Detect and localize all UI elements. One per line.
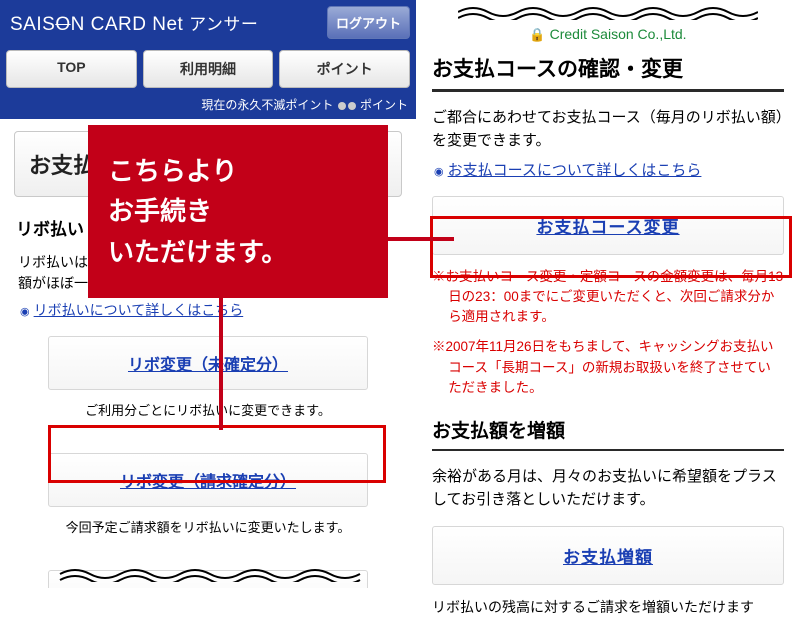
increase-paragraph: 余裕がある月は、月々のお支払いに希望額をプラスしてお引き落としいただけます。 bbox=[432, 465, 784, 512]
change-confirmed-link[interactable]: リボ変更（請求確定分） bbox=[120, 474, 296, 491]
increase-caption: リボ払いの残高に対するご請求を増額いただけます bbox=[432, 597, 784, 618]
tab-top[interactable]: TOP bbox=[6, 50, 137, 88]
increase-payment-link[interactable]: お支払増額 bbox=[563, 548, 653, 567]
increase-payment-box[interactable]: お支払増額 bbox=[432, 526, 784, 585]
annotation-connector-icon bbox=[384, 237, 454, 241]
wave-decoration-icon bbox=[458, 4, 758, 20]
annotation-connector-icon bbox=[219, 287, 223, 430]
change-course-link[interactable]: お支払コース変更 bbox=[536, 218, 679, 237]
brand-logo: SAISON CARD Net アンサー bbox=[10, 10, 258, 36]
change-unconfirmed-link[interactable]: リボ変更（未確定分） bbox=[128, 357, 288, 374]
course-detail-row: ◉ お支払コースについて詳しくはこちら bbox=[434, 159, 784, 180]
course-detail-link[interactable]: お支払コースについて詳しくはこちら bbox=[448, 162, 702, 179]
lock-icon: 🔒 bbox=[529, 27, 545, 42]
tab-point[interactable]: ポイント bbox=[279, 50, 410, 88]
points-bar: 現在の永久不滅ポイント ポイント bbox=[0, 94, 416, 119]
dot-icon bbox=[348, 102, 356, 110]
bullet-icon: ◉ bbox=[20, 305, 30, 318]
tab-usage[interactable]: 利用明細 bbox=[143, 50, 274, 88]
secure-indicator: 🔒Credit Saison Co.,Ltd. bbox=[416, 26, 800, 43]
note-discontinued: ※2007年11月26日をもちまして、キャッシングお支払いコース「長期コース」の… bbox=[432, 337, 784, 398]
detail-link-row: ◉ リボ払いについて詳しくはこちら bbox=[20, 300, 396, 320]
note-deadline: ※お支払いコース変更・定額コースの金額変更は、毎月13日の23：00までにご変更… bbox=[432, 267, 784, 328]
section-title-increase: お支払額を増額 bbox=[432, 416, 784, 451]
change-course-box[interactable]: お支払コース変更 bbox=[432, 196, 784, 255]
bullet-icon: ◉ bbox=[434, 165, 444, 178]
change-unconfirmed-box[interactable]: リボ変更（未確定分） bbox=[48, 336, 368, 390]
right-device-screen: 🔒Credit Saison Co.,Ltd. お支払コースの確認・変更 ご都合… bbox=[416, 0, 800, 588]
page-title: お支払コースの確認・変更 bbox=[432, 53, 784, 92]
caption-unconfirmed: ご利用分ごとにリボ払いに変更できます。 bbox=[14, 400, 402, 419]
revolving-detail-link[interactable]: リボ払いについて詳しくはこちら bbox=[34, 302, 244, 318]
intro-paragraph: ご都合にあわせてお支払コース（毎月のリボ払い額）を変更できます。 bbox=[432, 106, 784, 153]
logout-button[interactable]: ログアウト bbox=[327, 6, 410, 39]
header-bar: SAISON CARD Net アンサー ログアウト bbox=[0, 0, 416, 50]
caption-confirmed: 今回予定ご請求額をリボ払いに変更いたします。 bbox=[14, 517, 402, 536]
annotation-callout: こちらより お手続き いただけます。 bbox=[88, 125, 388, 298]
dot-icon bbox=[338, 102, 346, 110]
tab-bar: TOP 利用明細 ポイント bbox=[0, 50, 416, 94]
wave-decoration-icon bbox=[50, 566, 370, 582]
change-confirmed-box[interactable]: リボ変更（請求確定分） bbox=[48, 453, 368, 507]
wave-icon bbox=[458, 4, 758, 20]
